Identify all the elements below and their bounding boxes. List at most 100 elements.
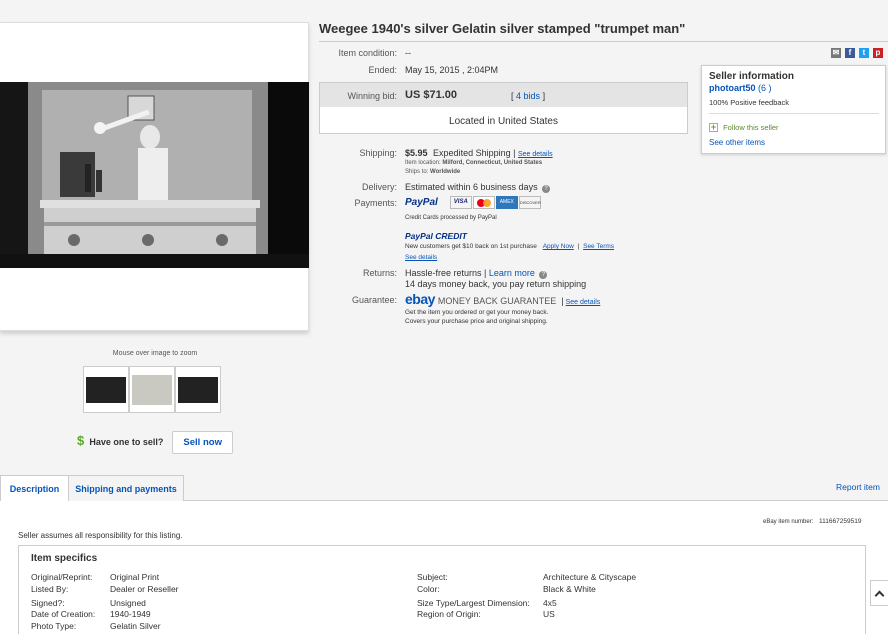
spec-value: 4x5 bbox=[543, 598, 557, 608]
apply-now-link[interactable]: Apply Now bbox=[543, 243, 574, 250]
shipping-details-link[interactable]: See details bbox=[518, 151, 553, 158]
thumbnail-photo-back bbox=[132, 374, 172, 405]
spec-key: Subject: bbox=[417, 572, 448, 582]
spec-value: Original Print bbox=[110, 572, 160, 582]
thumbnail-strip bbox=[83, 366, 221, 413]
seller-score[interactable]: (6 ) bbox=[758, 83, 772, 93]
ships-to-value: Worldwide bbox=[430, 169, 461, 175]
spec-key: Listed By: bbox=[31, 584, 69, 594]
thumbnail-3[interactable] bbox=[175, 366, 221, 413]
help-icon[interactable]: ? bbox=[542, 185, 551, 193]
delivery-label: Delivery: bbox=[361, 182, 397, 192]
seller-name-row: photoart50 (6 ) bbox=[709, 83, 772, 93]
spec-key: Region of Origin: bbox=[417, 609, 481, 619]
seller-divider bbox=[709, 113, 879, 114]
see-other-items-link[interactable]: See other items bbox=[709, 138, 765, 147]
sell-promo: $ Have one to sell? Sell now bbox=[0, 431, 310, 454]
spec-key: Color: bbox=[417, 584, 440, 594]
dollar-icon: $ bbox=[77, 433, 85, 448]
shipping-label: Shipping: bbox=[359, 148, 397, 158]
bid-count: [ 4 bids ] bbox=[511, 91, 545, 101]
plus-icon: + bbox=[709, 122, 718, 132]
thumbnail-1[interactable] bbox=[83, 366, 129, 413]
tab-description[interactable]: Description bbox=[0, 475, 69, 502]
spec-value: US bbox=[543, 609, 555, 619]
bracket-close: ] bbox=[542, 91, 546, 101]
payments-label: Payments: bbox=[354, 198, 397, 208]
title-divider bbox=[319, 41, 888, 42]
spec-key: Signed?: bbox=[31, 598, 65, 608]
thumbnail-photo bbox=[86, 376, 126, 403]
ebay-logo: ebay bbox=[405, 291, 435, 307]
twitter-icon[interactable]: t bbox=[859, 48, 869, 58]
spec-value: Gelatin Silver bbox=[110, 621, 161, 631]
visa-logo: VISA bbox=[449, 196, 472, 209]
item-location-detail: Item location: Milford, Connecticut, Uni… bbox=[405, 160, 542, 166]
guarantee-line-1: Get the item you ordered or get your mon… bbox=[405, 309, 549, 316]
guarantee-line-2: Covers your purchase price and original … bbox=[405, 318, 548, 325]
spec-key: Photo Type: bbox=[31, 621, 77, 631]
returns-row: Hassle-free returns | Learn more ? bbox=[405, 268, 548, 279]
follow-seller-link[interactable]: Follow this seller bbox=[723, 123, 778, 132]
item-title: Weegee 1940's silver Gelatin silver stam… bbox=[319, 21, 686, 36]
see-terms-link[interactable]: See Terms bbox=[583, 243, 614, 250]
winning-bid-label: Winning bid: bbox=[347, 91, 397, 101]
thumbnail-2[interactable] bbox=[129, 366, 175, 413]
main-item-photo[interactable] bbox=[0, 82, 309, 268]
spec-key: Size Type/Largest Dimension: bbox=[417, 598, 530, 608]
item-specifics-heading: Item specifics bbox=[31, 553, 98, 564]
item-number-label: eBay item number: bbox=[763, 519, 814, 525]
item-location: Located in United States bbox=[449, 116, 558, 127]
report-item-link[interactable]: Report item bbox=[836, 482, 880, 492]
delivery-value: Estimated within 6 business days bbox=[405, 182, 538, 192]
mastercard-logo bbox=[472, 196, 495, 209]
guarantee-label: Guarantee: bbox=[351, 295, 397, 305]
seller-name-link[interactable]: photoart50 bbox=[709, 83, 756, 93]
tab-shipping-and-payments[interactable]: Shipping and payments bbox=[68, 475, 184, 501]
delivery-row: Estimated within 6 business days ? bbox=[405, 182, 551, 193]
credit-offer-row: New customers get $10 back on 1st purcha… bbox=[405, 243, 614, 250]
money-back-guarantee: MONEY BACK GUARANTEE bbox=[437, 296, 557, 306]
item-location-value: Milford, Connecticut, United States bbox=[442, 160, 543, 166]
returns-detail: 14 days money back, you pay return shipp… bbox=[405, 279, 587, 289]
help-icon[interactable]: ? bbox=[539, 271, 548, 279]
ended-label: Ended: bbox=[368, 65, 397, 75]
learn-more-link[interactable]: Learn more bbox=[489, 268, 535, 278]
shipping-row: $5.95 Expedited Shipping | See details bbox=[405, 148, 553, 158]
facebook-icon[interactable]: f bbox=[845, 48, 855, 58]
follow-seller[interactable]: + Follow this seller bbox=[709, 123, 779, 132]
sell-now-button[interactable]: Sell now bbox=[172, 431, 233, 454]
separator: | bbox=[484, 268, 487, 278]
back-to-top-button[interactable] bbox=[870, 580, 888, 606]
paypal-credit-logo: PayPal CREDIT bbox=[405, 231, 467, 241]
spec-key: Date of Creation: bbox=[31, 609, 96, 619]
spec-value: Architecture & Cityscape bbox=[543, 572, 637, 582]
credit-details-link[interactable]: See details bbox=[405, 254, 437, 261]
separator: | bbox=[513, 148, 516, 158]
spec-value: Unsigned bbox=[110, 598, 146, 608]
bid-count-link[interactable]: 4 bids bbox=[516, 91, 540, 101]
guarantee-row: ebay MONEY BACK GUARANTEE | See details bbox=[405, 291, 600, 307]
returns-value: Hassle-free returns bbox=[405, 268, 482, 278]
spec-key: Original/Reprint: bbox=[31, 572, 93, 582]
item-number: 111667259519 bbox=[819, 518, 862, 525]
email-icon[interactable]: ✉ bbox=[831, 48, 841, 58]
ships-to-detail: Ships to: Worldwide bbox=[405, 169, 460, 175]
ended-value: May 15, 2015 , 2:04PM bbox=[405, 65, 499, 75]
credit-offer: New customers get $10 back on 1st purcha… bbox=[405, 243, 537, 250]
seller-feedback: 100% Positive feedback bbox=[709, 98, 790, 107]
payment-logos: PayPal VISA AMEX DISCOVER bbox=[405, 196, 541, 209]
ships-to-label: Ships to: bbox=[405, 169, 429, 175]
sell-prompt: Have one to sell? bbox=[89, 437, 164, 447]
separator: | bbox=[577, 243, 580, 250]
condition-label: Item condition: bbox=[338, 48, 397, 58]
separator: | bbox=[561, 296, 564, 306]
pinterest-icon[interactable]: p bbox=[873, 48, 883, 58]
shipping-method: Expedited Shipping bbox=[433, 148, 511, 158]
guarantee-details-link[interactable]: See details bbox=[566, 299, 601, 306]
item-location-label: Item location: bbox=[405, 160, 441, 166]
shipping-cost: $5.95 bbox=[405, 148, 428, 158]
spec-value: Black & White bbox=[543, 584, 596, 594]
responsibility-note: Seller assumes all responsibility for th… bbox=[18, 531, 183, 540]
item-number-row: eBay item number: 111667259519 bbox=[763, 518, 861, 525]
